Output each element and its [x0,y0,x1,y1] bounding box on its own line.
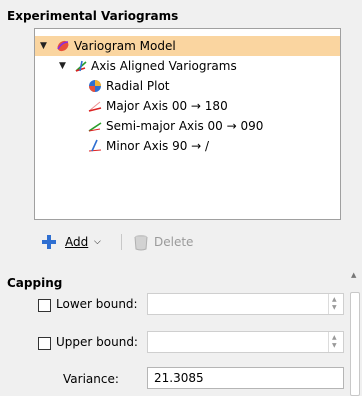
tree-item-major-axis[interactable]: Major Axis 00 → 180 [35,96,340,116]
plus-icon [42,235,56,249]
tree-item-minor-axis[interactable]: Minor Axis 90 → / [35,136,340,156]
tree-item-semi-major-axis[interactable]: Semi-major Axis 00 → 090 [35,116,340,136]
tree-item-radial-plot[interactable]: Radial Plot [35,76,340,96]
tree-item-label: Semi-major Axis 00 → 090 [106,119,264,133]
radial-plot-icon [89,80,101,92]
lower-bound-input[interactable]: ▲ ▼ [147,293,344,315]
major-axis-icon [88,101,102,112]
upper-bound-spinner[interactable]: ▲ ▼ [328,332,343,352]
scroll-up-icon[interactable]: ▲ [351,271,356,279]
tree-item-label: Minor Axis 90 → / [106,139,210,153]
lower-bound-spinner[interactable]: ▲ ▼ [328,294,343,314]
upper-bound-label: Upper bound: [56,335,138,349]
trash-icon [134,235,148,251]
capping-title: Capping [7,276,63,290]
scrollbar-thumb[interactable] [350,292,360,396]
chevron-down-icon: ⌵ [94,237,101,247]
variogram-model-icon [57,40,69,52]
experimental-variograms-title: Experimental Variograms [7,9,179,23]
tree-item-label: Major Axis 00 → 180 [106,99,228,113]
lower-bound-label: Lower bound: [56,297,138,311]
tree-item-label: Axis Aligned Variograms [91,59,237,73]
axis-aligned-icon [75,60,87,72]
upper-bound-input[interactable]: ▲ ▼ [147,331,344,353]
expand-arrow-icon[interactable]: ▼ [59,56,66,76]
minor-axis-icon [88,139,102,152]
add-label: Add [65,235,89,249]
variance-value: 21.3085 [154,371,204,385]
upper-bound-checkbox[interactable] [38,337,51,350]
tree-item-variogram-model[interactable]: ▼ Variogram Model [35,36,340,56]
variogram-tree[interactable]: ▼ Variogram Model ▼ Axis Aligned Variogr… [34,28,341,220]
tree-item-label: Variogram Model [74,39,176,53]
toolbar-divider [121,234,122,250]
expand-arrow-icon[interactable]: ▼ [40,36,47,56]
lower-bound-checkbox[interactable] [38,299,51,312]
tree-item-label: Radial Plot [106,79,170,93]
tree-item-axis-aligned-variograms[interactable]: ▼ Axis Aligned Variograms [35,56,340,76]
semi-major-axis-icon [88,122,102,132]
variance-label: Variance: [63,372,119,386]
delete-label: Delete [154,235,194,249]
variance-field[interactable]: 21.3085 [147,367,344,389]
